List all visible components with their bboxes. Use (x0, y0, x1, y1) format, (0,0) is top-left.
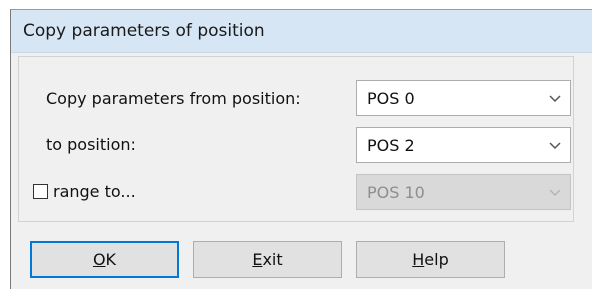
to-position-label: to position: (46, 135, 136, 154)
help-mnemonic: H (412, 250, 425, 269)
ok-button[interactable]: OK (30, 241, 179, 278)
to-position-value: POS 2 (367, 136, 415, 155)
chevron-down-icon (549, 95, 561, 103)
from-position-value: POS 0 (367, 89, 415, 108)
to-position-select[interactable]: POS 2 (356, 127, 571, 163)
ok-label-rest: K (105, 250, 117, 269)
from-position-label: Copy parameters from position: (46, 89, 301, 108)
range-position-value: POS 10 (367, 183, 425, 202)
range-checkbox[interactable] (33, 184, 48, 199)
range-label: range to... (53, 182, 136, 201)
dialog-title: Copy parameters of position (23, 21, 265, 41)
from-position-select[interactable]: POS 0 (356, 80, 571, 116)
range-position-select: POS 10 (356, 174, 571, 210)
exit-button[interactable]: Exit (193, 241, 342, 278)
ok-mnemonic: O (92, 250, 106, 269)
exit-mnemonic: E (252, 250, 263, 269)
help-button[interactable]: Help (356, 241, 505, 278)
chevron-down-icon (549, 142, 561, 150)
exit-label-rest: xit (262, 250, 283, 269)
title-bar[interactable]: Copy parameters of position (11, 10, 592, 53)
chevron-down-icon (549, 189, 561, 197)
help-label-rest: elp (424, 250, 449, 269)
